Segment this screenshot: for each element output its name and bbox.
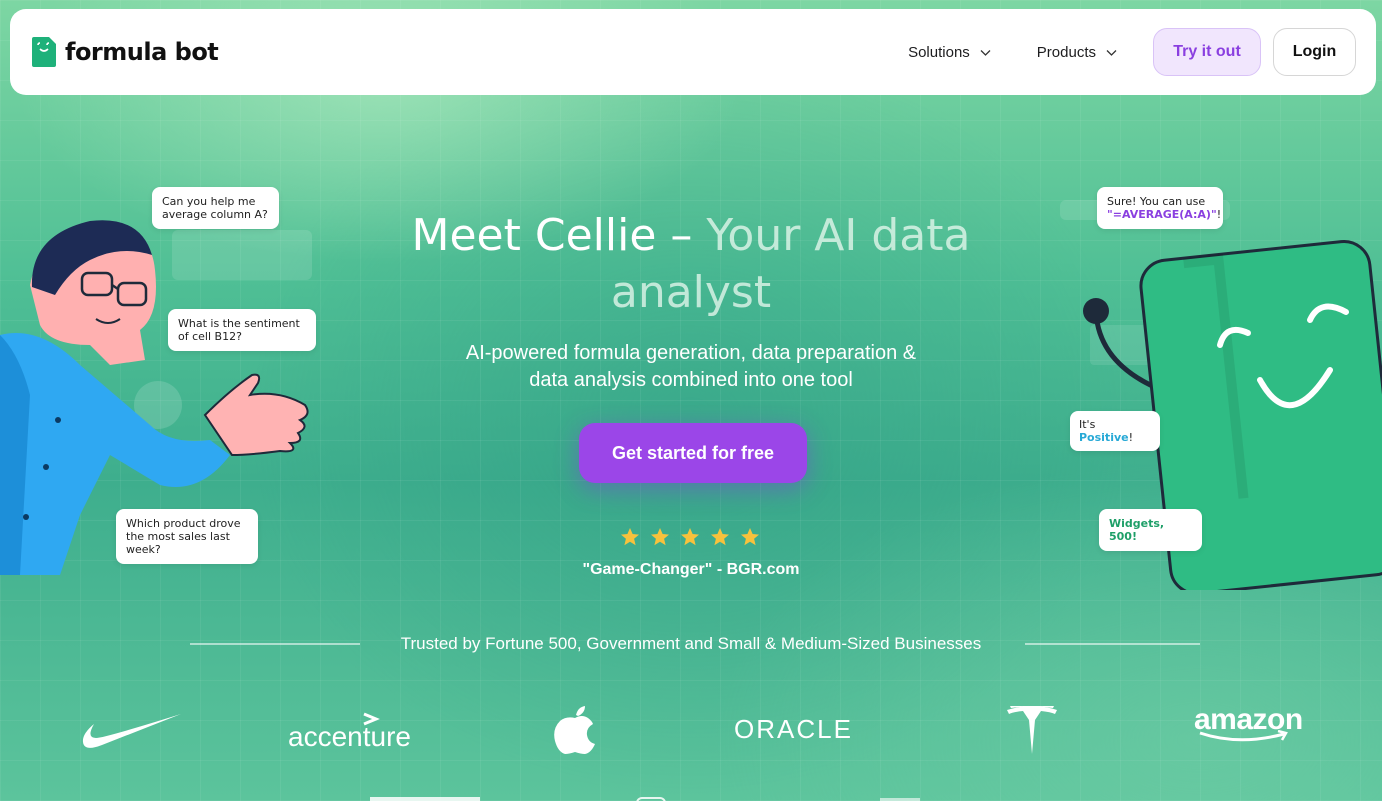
nav-products-label: Products <box>1036 43 1096 61</box>
nav-products[interactable]: Products <box>1037 44 1117 61</box>
star-icon <box>681 528 699 546</box>
formula-bot-logo-icon <box>32 37 56 67</box>
amazon-logo-text: amazon <box>1194 703 1303 736</box>
try-it-out-button[interactable]: Try it out <box>1153 28 1261 76</box>
nike-logo-icon <box>82 714 181 748</box>
testimonial-quote: "Game-Changer" - BGR.com <box>582 561 800 578</box>
hero-title: Meet Cellie – Your AI data analyst <box>0 207 1382 321</box>
rating-stars <box>620 527 770 549</box>
star-icon <box>741 528 759 546</box>
login-button[interactable]: Login <box>1273 28 1356 76</box>
sentiment-suffix: ! <box>1128 431 1134 444</box>
amazon-logo: amazon <box>1194 704 1314 744</box>
accenture-logo-text: accenture <box>288 721 411 752</box>
trusted-by-label: Trusted by Fortune 500, Government and S… <box>400 634 982 653</box>
chevron-down-icon <box>1106 49 1117 56</box>
chat-bubble-product-answer: Widgets, 500! <box>1099 509 1202 551</box>
hero-subtitle-line1: AI-powered formula generation, data prep… <box>465 342 917 364</box>
accenture-logo: accenture <box>288 712 428 752</box>
hero-title-part1: Meet Cellie – <box>411 210 707 261</box>
product-answer-text: Widgets, 500! <box>1109 517 1165 543</box>
nav-solutions[interactable]: Solutions <box>908 44 991 61</box>
hero-subtitle-line2: data analysis combined into one tool <box>529 369 853 391</box>
partial-logo-row <box>370 797 480 801</box>
sentiment-value: Positive <box>1079 431 1129 444</box>
star-icon <box>711 528 729 546</box>
chevron-down-icon <box>980 49 991 56</box>
chat-bubble-product-text: Which product drove the most sales last … <box>126 517 241 556</box>
oracle-logo: ORACLE <box>734 712 853 746</box>
hero-title-line2: analyst <box>610 267 772 318</box>
sentiment-prefix: It's <box>1079 418 1096 431</box>
apple-logo-icon <box>554 706 595 754</box>
brand-name: formula bot <box>65 38 219 66</box>
hero-subtitle: AI-powered formula generation, data prep… <box>0 340 1382 394</box>
brand-logo[interactable]: formula bot <box>32 37 219 67</box>
nav-solutions-label: Solutions <box>908 43 970 61</box>
star-icon <box>651 528 669 546</box>
chat-bubble-product: Which product drove the most sales last … <box>116 509 258 564</box>
tesla-logo-icon <box>1007 706 1057 754</box>
star-icon <box>621 528 639 546</box>
hero-title-part2: Your AI data <box>706 210 971 261</box>
get-started-button[interactable]: Get started for free <box>579 423 807 483</box>
partial-logo-round <box>636 797 666 801</box>
chat-bubble-sentiment-answer: It's Positive! <box>1070 411 1160 451</box>
oracle-logo-text: ORACLE <box>734 714 853 744</box>
top-navbar: formula bot Solutions Products Try it ou… <box>10 9 1376 95</box>
